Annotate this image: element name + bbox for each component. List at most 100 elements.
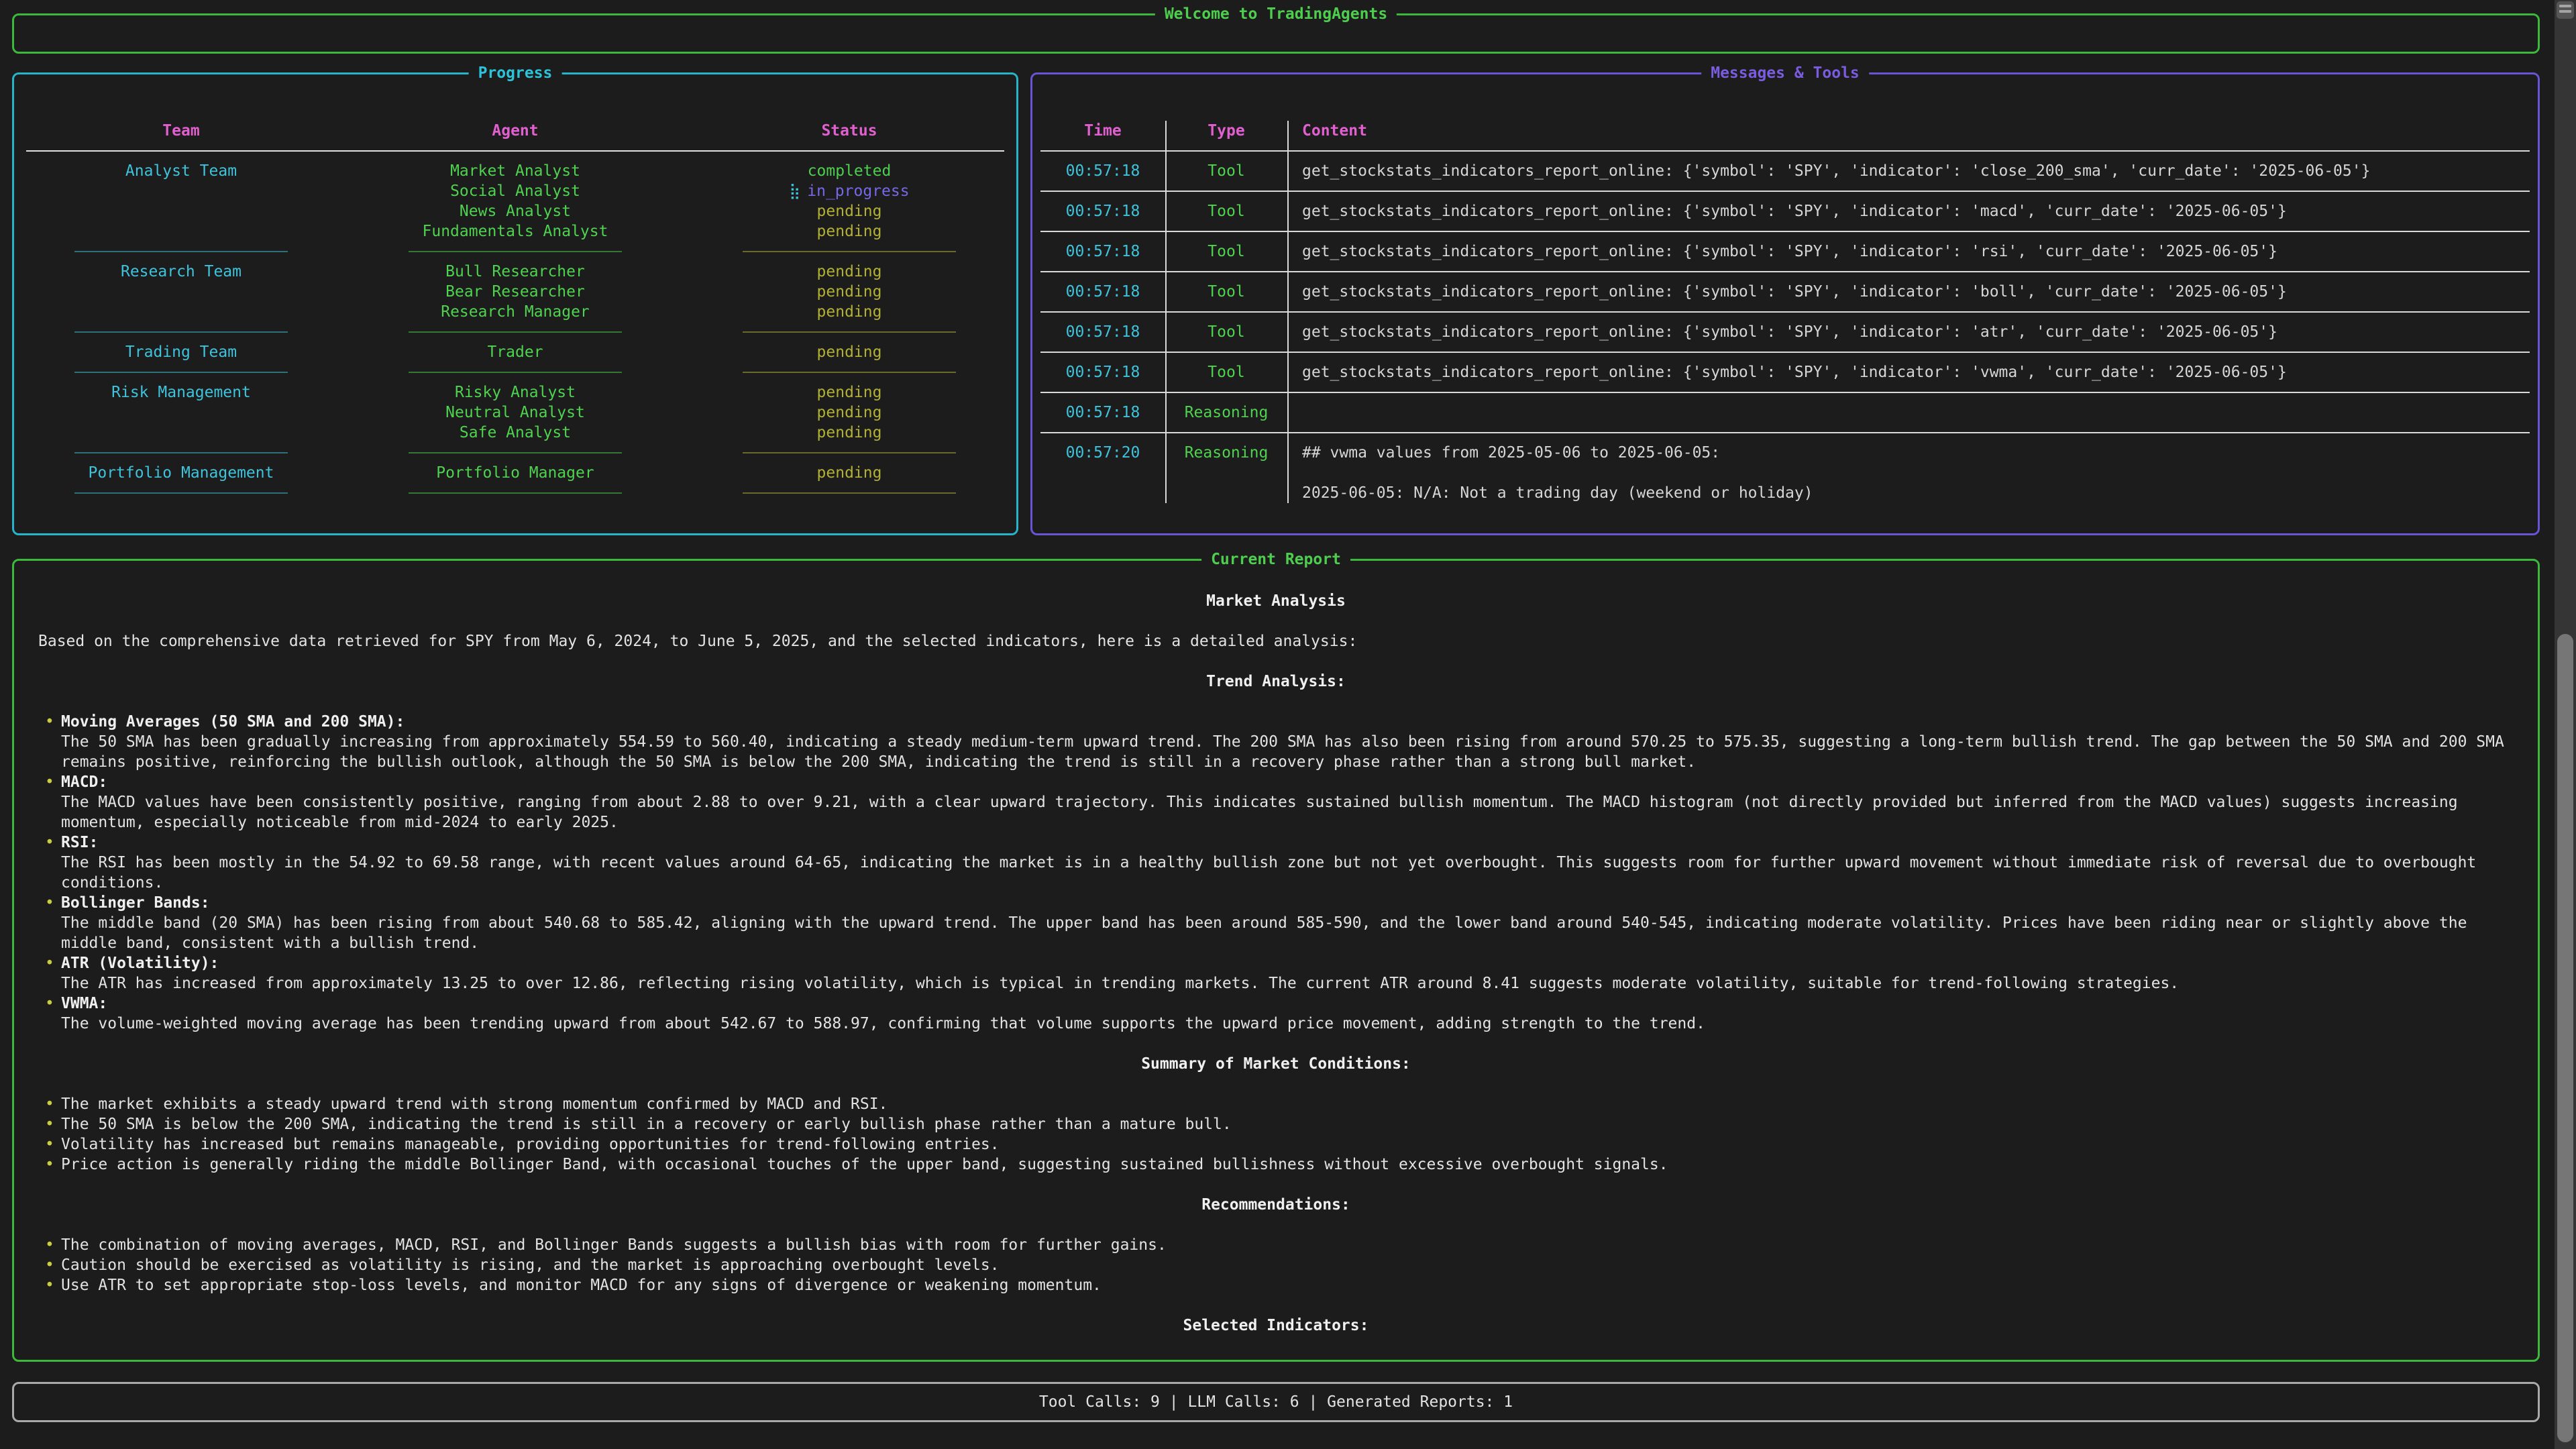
table-row: Risk Management Risky Analyst pending — [14, 382, 1016, 402]
messages-tools-panel: Messages & Tools Time Type Content 00:57… — [1030, 72, 2540, 535]
status-badge: pending — [682, 382, 1016, 402]
team-name: Risk Management — [14, 382, 348, 402]
col-header-content: Content — [1287, 121, 2530, 141]
table-row: Portfolio Management Portfolio Manager p… — [14, 463, 1016, 483]
message-content: get_stockstats_indicators_report_online:… — [1287, 362, 2530, 382]
row-separator — [1040, 302, 2530, 322]
status-badge: pending — [682, 262, 1016, 282]
status-badge: ⣷in_progress — [682, 181, 1016, 201]
list-item-label: VWMA: — [61, 994, 2514, 1014]
row-separator — [1040, 382, 2530, 402]
message-type: Reasoning — [1165, 443, 1287, 503]
column-divider — [1287, 121, 1289, 503]
recommendations-heading: Recommendations: — [38, 1195, 2514, 1215]
table-row: Safe Analyst pending — [14, 423, 1016, 443]
progress-panel: Progress Team Agent Status Analyst Team … — [12, 72, 1018, 535]
list-item: Caution should be exercised as volatilit… — [38, 1255, 2514, 1275]
message-row: 00:57:18 Tool get_stockstats_indicators_… — [1040, 282, 2530, 302]
message-time: 00:57:20 — [1040, 443, 1165, 503]
group-separator — [14, 483, 1016, 503]
group-separator — [14, 322, 1016, 342]
list-item: The market exhibits a steady upward tren… — [38, 1094, 2514, 1114]
message-content: ## vwma values from 2025-05-06 to 2025-0… — [1287, 443, 2530, 503]
list-item-label: ATR (Volatility): — [61, 953, 2514, 973]
row-separator — [1040, 141, 2530, 161]
row-separator — [1040, 221, 2530, 241]
list-item: VWMA: The volume-weighted moving average… — [38, 994, 2514, 1034]
recommendations-list: The combination of moving averages, MACD… — [38, 1235, 2514, 1295]
agent-name: Bull Researcher — [348, 262, 682, 282]
col-header-status: Status — [682, 121, 1016, 141]
selected-indicators-heading: Selected Indicators: — [38, 1316, 2514, 1336]
column-divider — [1165, 121, 1167, 503]
message-type: Tool — [1165, 241, 1287, 262]
stats-footer: Tool Calls: 9 | LLM Calls: 6 | Generated… — [12, 1382, 2540, 1422]
agent-name: News Analyst — [348, 201, 682, 221]
team-name: Trading Team — [14, 342, 348, 362]
scrollbar-thumb[interactable] — [2557, 634, 2573, 1442]
trend-heading: Trend Analysis: — [38, 672, 2514, 692]
table-row: Research Team Bull Researcher pending — [14, 262, 1016, 282]
message-type: Tool — [1165, 282, 1287, 302]
col-header-agent: Agent — [348, 121, 682, 141]
list-item-text: The ATR has increased from approximately… — [61, 973, 2514, 994]
current-report-panel: Current Report Market Analysis Based on … — [12, 559, 2540, 1362]
agent-name: Market Analyst — [348, 161, 682, 181]
group-separator — [14, 443, 1016, 463]
scrollbar-menu-icon[interactable] — [2557, 1, 2574, 19]
list-item: Bollinger Bands: The middle band (20 SMA… — [38, 893, 2514, 953]
agent-name: Bear Researcher — [348, 282, 682, 302]
group-separator — [14, 362, 1016, 382]
message-type: Tool — [1165, 201, 1287, 221]
row-separator — [1040, 181, 2530, 201]
message-time: 00:57:18 — [1040, 322, 1165, 342]
status-badge: pending — [682, 463, 1016, 483]
table-row: Trading Team Trader pending — [14, 342, 1016, 362]
agent-name: Trader — [348, 342, 682, 362]
report-title: Market Analysis — [38, 591, 2514, 611]
list-item: RSI: The RSI has been mostly in the 54.9… — [38, 833, 2514, 893]
message-content — [1287, 402, 2530, 423]
message-type: Tool — [1165, 161, 1287, 181]
list-item-label: MACD: — [61, 772, 2514, 792]
summary-heading: Summary of Market Conditions: — [38, 1054, 2514, 1074]
message-content: get_stockstats_indicators_report_online:… — [1287, 282, 2530, 302]
message-row: 00:57:18 Tool get_stockstats_indicators_… — [1040, 362, 2530, 382]
col-header-time: Time — [1040, 121, 1165, 141]
report-intro: Based on the comprehensive data retrieve… — [38, 631, 2514, 651]
message-content: get_stockstats_indicators_report_online:… — [1287, 241, 2530, 262]
message-row: 00:57:18 Tool get_stockstats_indicators_… — [1040, 161, 2530, 181]
team-name: Research Team — [14, 262, 348, 282]
list-item: Volatility has increased but remains man… — [38, 1134, 2514, 1155]
message-row: 00:57:18 Tool get_stockstats_indicators_… — [1040, 201, 2530, 221]
status-badge: pending — [682, 201, 1016, 221]
list-item-text: The volume-weighted moving average has b… — [61, 1014, 2514, 1034]
agent-name: Neutral Analyst — [348, 402, 682, 423]
message-row: 00:57:18 Reasoning — [1040, 402, 2530, 423]
progress-table: Team Agent Status Analyst Team Market An… — [14, 121, 1016, 503]
col-header-type: Type — [1165, 121, 1287, 141]
welcome-panel: Welcome to TradingAgents — [12, 13, 2540, 54]
table-row: Social Analyst ⣷in_progress — [14, 181, 1016, 201]
messages-panel-title: Messages & Tools — [1701, 63, 1869, 83]
row-separator — [1040, 342, 2530, 362]
list-item-label: RSI: — [61, 833, 2514, 853]
progress-panel-title: Progress — [469, 63, 562, 83]
message-row: 00:57:18 Tool get_stockstats_indicators_… — [1040, 322, 2530, 342]
list-item: Moving Averages (50 SMA and 200 SMA): Th… — [38, 712, 2514, 772]
agent-name: Safe Analyst — [348, 423, 682, 443]
list-item: MACD: The MACD values have been consiste… — [38, 772, 2514, 833]
message-row: 00:57:18 Tool get_stockstats_indicators_… — [1040, 241, 2530, 262]
list-item: The combination of moving averages, MACD… — [38, 1235, 2514, 1255]
status-badge: pending — [682, 282, 1016, 302]
message-row: 00:57:20 Reasoning ## vwma values from 2… — [1040, 443, 2530, 503]
table-row: Research Manager pending — [14, 302, 1016, 322]
status-badge: completed — [682, 161, 1016, 181]
list-item: Price action is generally riding the mid… — [38, 1155, 2514, 1175]
message-time: 00:57:18 — [1040, 362, 1165, 382]
scrollbar-track[interactable] — [2555, 0, 2576, 1449]
status-badge: pending — [682, 221, 1016, 241]
report-panel-title: Current Report — [1201, 549, 1350, 570]
agent-name: Fundamentals Analyst — [348, 221, 682, 241]
status-badge: pending — [682, 302, 1016, 322]
